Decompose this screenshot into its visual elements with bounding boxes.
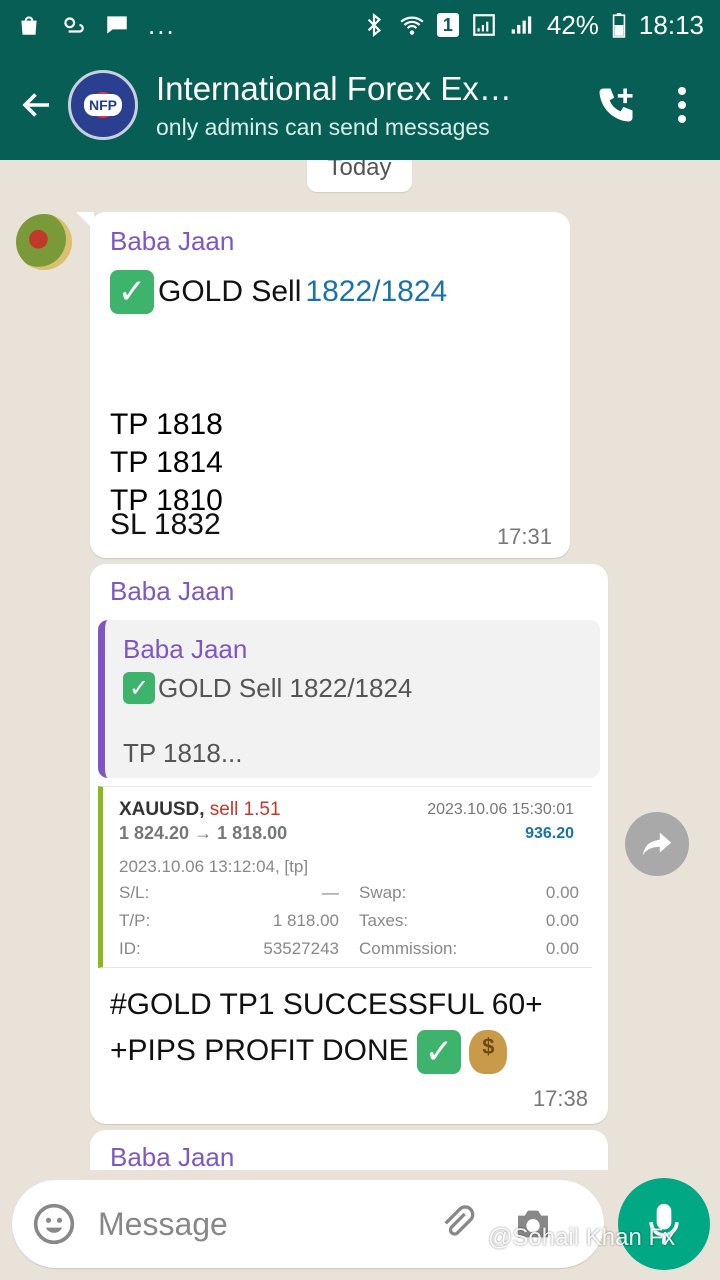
battery-icon	[612, 13, 626, 38]
watermark: @Sohail Khan Fx	[488, 1224, 676, 1251]
trade-side: sell 1.51	[209, 799, 281, 820]
message-body: #GOLD TP1 SUCCESSFUL 60+ +PIPS PROFIT DO…	[110, 982, 590, 1075]
row-value: 1 818.00	[272, 911, 339, 930]
row-value: 0.00	[545, 911, 579, 930]
group-subtitle: only admins can send messages	[156, 113, 490, 140]
body-line: #GOLD TP1 SUCCESSFUL 60+	[110, 988, 543, 1021]
date-chip: Today	[307, 160, 412, 192]
chat-title-block[interactable]: International Forex Ex… only admins can …	[156, 70, 546, 141]
trade-close-time: 2023.10.06 15:30:01	[427, 801, 574, 818]
more-options-icon[interactable]	[678, 87, 686, 123]
trade-profit: 936.20	[525, 825, 574, 842]
message-text: GOLD Sell	[158, 275, 302, 308]
message-input[interactable]	[98, 1205, 428, 1243]
wifi-icon	[400, 16, 424, 35]
check-mark-icon: ✓	[110, 270, 154, 314]
group-title: International Forex Ex…	[156, 69, 512, 107]
body-line: +PIPS PROFIT DONE	[110, 1034, 418, 1067]
trade-row: ID: 53527243 Commission: 0.00	[119, 939, 579, 961]
message-icon	[107, 16, 127, 34]
add-call-icon[interactable]	[594, 83, 638, 127]
bluetooth-icon	[367, 12, 381, 38]
row-value: 53527243	[263, 939, 339, 958]
forward-button[interactable]	[625, 812, 689, 876]
quoted-text: GOLD Sell 1822/1824	[158, 672, 413, 703]
message-bubble[interactable]: Baba Jaan	[90, 1130, 608, 1170]
status-bar: ... 1 42% 18:13	[0, 0, 720, 50]
group-avatar-text: NFP	[84, 94, 122, 116]
tp-line: TP 1814	[110, 446, 223, 479]
arrow-left-icon	[22, 93, 49, 117]
message-time: 17:38	[532, 1086, 588, 1111]
emoji-icon[interactable]	[32, 1202, 76, 1246]
row-key: Commission:	[359, 939, 458, 958]
trade-prices: 1 824.20 → 1 818.00	[119, 823, 288, 843]
sl-line: SL 1832	[110, 508, 221, 541]
money-bag-icon: $	[469, 1030, 508, 1075]
trade-screenshot-image[interactable]: XAUUSD, sell 1.51 2023.10.06 15:30:01 1 …	[98, 786, 592, 968]
message-time: 17:31	[496, 524, 552, 549]
row-value: 0.00	[545, 883, 579, 902]
quoted-tp: TP 1818...	[123, 738, 243, 768]
quoted-sender: Baba Jaan	[123, 634, 248, 664]
more-notifications: ...	[148, 9, 176, 40]
battery-percent: 42%	[546, 9, 599, 40]
attach-icon[interactable]	[438, 1204, 478, 1244]
clock: 18:13	[638, 9, 704, 40]
message-bubble[interactable]: Baba Jaan Baba Jaan ✓ GOLD Sell 1822/182…	[90, 564, 608, 1124]
signal-2-icon	[511, 16, 532, 34]
sender-name[interactable]: Baba Jaan	[110, 576, 234, 607]
weather-icon	[64, 17, 84, 33]
chat-area[interactable]: Today Baba Jaan ✓ GOLD Sell 1822/1824 TP…	[0, 160, 720, 1170]
row-key: Taxes:	[359, 911, 409, 930]
row-key: S/L:	[119, 883, 150, 902]
quoted-message[interactable]: Baba Jaan ✓ GOLD Sell 1822/1824 TP 1818.…	[98, 620, 600, 778]
row-value: —	[322, 883, 339, 902]
message-line: ✓ GOLD Sell 1822/1824	[110, 270, 447, 314]
quoted-line: ✓ GOLD Sell 1822/1824	[123, 672, 412, 704]
sim-indicator: 1	[436, 13, 459, 37]
symbol-text: XAUUSD,	[119, 799, 205, 820]
group-avatar[interactable]: NFP	[68, 70, 138, 140]
trade-open-time: 2023.10.06 13:12:04, [tp]	[119, 857, 309, 876]
row-key: Swap:	[359, 883, 407, 902]
phone-link[interactable]: 1822/1824	[305, 275, 447, 309]
message-bubble[interactable]: Baba Jaan ✓ GOLD Sell 1822/1824 TP 1818 …	[76, 212, 570, 558]
sender-name[interactable]: Baba Jaan	[110, 226, 234, 257]
trade-row: T/P: 1 818.00 Taxes: 0.00	[119, 911, 579, 933]
check-mark-icon: ✓	[417, 1030, 462, 1075]
tp-list: TP 1818 TP 1814 TP 1810	[110, 406, 223, 520]
row-key: T/P:	[119, 911, 151, 930]
signal-icon	[473, 14, 495, 36]
check-mark-icon: ✓	[123, 672, 155, 704]
trade-row: S/L: — Swap: 0.00	[119, 883, 579, 905]
body-line-2: +PIPS PROFIT DONE ✓ $	[110, 1028, 590, 1075]
sender-avatar[interactable]	[16, 214, 72, 270]
shopping-bag-icon	[21, 16, 37, 35]
row-value: 0.00	[545, 939, 579, 958]
forward-icon	[642, 832, 672, 856]
chat-header: NFP International Forex Ex… only admins …	[0, 50, 720, 160]
tp-line: TP 1818	[110, 408, 223, 441]
back-button[interactable]	[12, 87, 62, 123]
sender-name[interactable]: Baba Jaan	[110, 1142, 234, 1170]
row-key: ID:	[119, 939, 141, 958]
trade-symbol: XAUUSD, sell 1.51	[119, 799, 281, 821]
